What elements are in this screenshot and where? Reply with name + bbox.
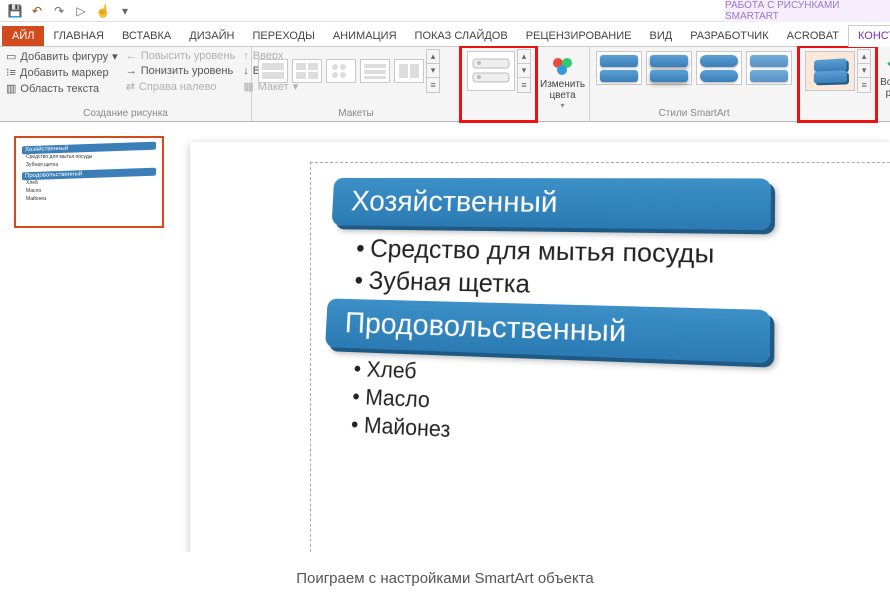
- save-icon[interactable]: 💾: [6, 2, 24, 20]
- tab-developer[interactable]: РАЗРАБОТЧИК: [681, 26, 777, 46]
- colors-icon: [551, 56, 575, 76]
- promote-button[interactable]: ←Повысить уровень: [124, 49, 238, 63]
- tab-view[interactable]: ВИД: [641, 26, 682, 46]
- style-preview-thumb[interactable]: [805, 51, 855, 91]
- rtl-button[interactable]: ⇄Справа налево: [124, 79, 238, 94]
- add-shape-button[interactable]: ▭Добавить фигуру ▾: [4, 49, 120, 64]
- group-label-layouts: Макеты: [252, 107, 460, 121]
- ribbon-tabs: РАБОТА С РИСУНКАМИ SMARTART АЙЛ ГЛАВНАЯ …: [0, 22, 890, 46]
- layout-option[interactable]: [292, 59, 322, 83]
- group-label-styles: Стили SmartArt: [590, 107, 798, 121]
- tab-slideshow[interactable]: ПОКАЗ СЛАЙДОВ: [406, 26, 517, 46]
- layout-option[interactable]: [258, 59, 288, 83]
- undo-icon[interactable]: ↶: [28, 2, 46, 20]
- smartart-header[interactable]: Хозяйственный: [332, 178, 771, 230]
- redo-icon[interactable]: ↷: [50, 2, 68, 20]
- tab-insert[interactable]: ВСТАВКА: [113, 26, 180, 46]
- style-option[interactable]: [646, 51, 692, 85]
- tab-home[interactable]: ГЛАВНАЯ: [44, 26, 112, 46]
- layout-option[interactable]: [326, 59, 356, 83]
- styles-gallery[interactable]: [594, 49, 794, 87]
- smartart-graphic[interactable]: Хозяйственный Средство для мытья посуды …: [320, 178, 890, 471]
- layouts-gallery-spinner[interactable]: ▴▾≡: [426, 49, 440, 93]
- group-label-create: Создание рисунка: [0, 107, 251, 121]
- smartart-selection-frame[interactable]: Хозяйственный Средство для мытья посуды …: [310, 162, 890, 552]
- tab-review[interactable]: РЕЦЕНЗИРОВАНИЕ: [517, 26, 641, 46]
- style-option[interactable]: [596, 51, 642, 85]
- ribbon: ▭Добавить фигуру ▾ ⁝≡Добавить маркер ▥Об…: [0, 46, 890, 122]
- demote-button[interactable]: →Понизить уровень: [124, 64, 238, 78]
- qat-dropdown-icon[interactable]: ▾: [116, 2, 134, 20]
- change-colors-button[interactable]: Изменить цвета ▾: [540, 56, 585, 110]
- layout-preview-thumb[interactable]: [467, 51, 515, 91]
- selected-style-preview: ▴▾≡: [799, 47, 876, 121]
- tab-file[interactable]: АЙЛ: [2, 26, 44, 46]
- slide-thumbnail[interactable]: Хозяйственный Средство для мытья посуды …: [14, 136, 164, 228]
- smartart-header[interactable]: Продовольственный: [325, 298, 770, 363]
- style-preview-spinner[interactable]: ▴▾≡: [857, 49, 871, 93]
- slide-canvas-area: Хозяйственный Средство для мытья посуды …: [180, 122, 890, 552]
- figure-caption: Поиграем с настройками SmartArt объекта: [0, 552, 890, 595]
- reset-graphic-button[interactable]: Восста рису: [880, 56, 890, 99]
- layout-option[interactable]: [394, 59, 424, 83]
- slide[interactable]: Хозяйственный Средство для мытья посуды …: [190, 142, 890, 552]
- layout-option[interactable]: [360, 59, 390, 83]
- layout-preview-spinner[interactable]: ▴▾≡: [517, 49, 531, 93]
- touch-mode-icon[interactable]: ☝: [94, 2, 112, 20]
- tab-constructor[interactable]: КОНСТРУКТОР: [848, 25, 890, 47]
- contextual-tab-title: РАБОТА С РИСУНКАМИ SMARTART: [725, 0, 890, 22]
- style-option[interactable]: [746, 51, 792, 85]
- style-option[interactable]: [696, 51, 742, 85]
- reset-icon: [886, 56, 890, 74]
- text-pane-button[interactable]: ▥Область текста: [4, 81, 120, 96]
- tab-transitions[interactable]: ПЕРЕХОДЫ: [243, 26, 323, 46]
- selected-layout-preview: ▴▾≡: [461, 47, 536, 121]
- tab-animation[interactable]: АНИМАЦИЯ: [324, 26, 406, 46]
- add-bullet-button[interactable]: ⁝≡Добавить маркер: [4, 65, 120, 80]
- start-show-icon[interactable]: ▷: [72, 2, 90, 20]
- workspace: Хозяйственный Средство для мытья посуды …: [0, 122, 890, 552]
- tab-acrobat[interactable]: ACROBAT: [778, 26, 848, 46]
- slide-thumbnails-panel: Хозяйственный Средство для мытья посуды …: [0, 122, 180, 552]
- tab-design[interactable]: ДИЗАЙН: [180, 26, 243, 46]
- layouts-gallery[interactable]: ▴▾≡: [256, 49, 456, 93]
